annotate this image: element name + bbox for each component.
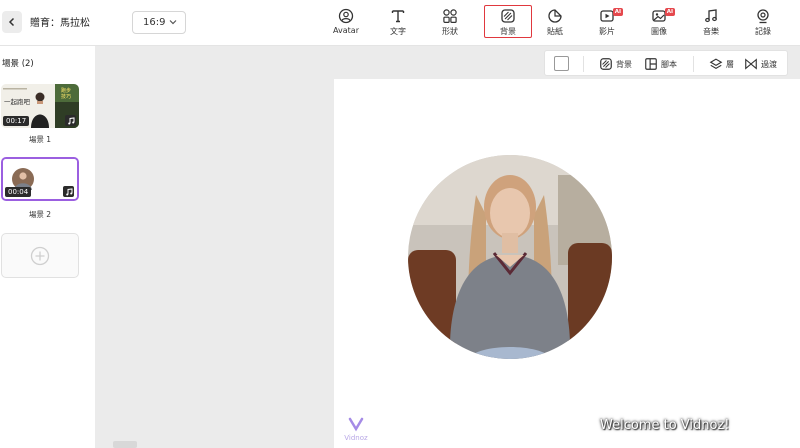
layer-label: 層 xyxy=(726,59,734,69)
tool-music-label: 音樂 xyxy=(703,27,719,36)
shapes-icon xyxy=(443,9,457,23)
tool-background[interactable]: 背景 xyxy=(484,5,532,38)
script-button[interactable]: 腳本 xyxy=(644,51,677,77)
aspect-ratio-select[interactable]: 16:9 xyxy=(132,11,186,34)
layout-icon xyxy=(645,58,657,70)
tool-music[interactable]: 音樂 xyxy=(687,7,735,39)
text-icon xyxy=(391,10,405,23)
divider xyxy=(693,56,694,72)
avatar-image xyxy=(408,155,612,359)
layers-icon xyxy=(709,58,723,70)
scene-thumbnail[interactable]: 一起跑吧 跑步 技巧 00:17 xyxy=(1,84,79,128)
scene-1-thumb-badge: 跑步 技巧 xyxy=(61,88,72,100)
tool-video[interactable]: AI 影片 xyxy=(583,7,631,39)
tool-video-label: 影片 xyxy=(599,27,615,36)
tool-shapes-label: 形狀 xyxy=(442,27,458,36)
transition-icon xyxy=(745,58,757,70)
plus-circle-icon xyxy=(30,246,50,265)
background-icon xyxy=(501,9,515,23)
canvas-background-button[interactable]: 背景 xyxy=(599,51,632,77)
scene-sidebar: 場景 (2) 一起跑吧 跑步 技巧 00:17 場景 1 00:04 場景 2 xyxy=(0,46,95,448)
back-button[interactable] xyxy=(2,11,22,33)
chevron-left-icon xyxy=(8,17,15,27)
tool-image-label: 圖像 xyxy=(651,27,667,36)
music-note-icon xyxy=(63,186,74,197)
scene-count: 場景 (2) xyxy=(2,59,34,69)
sticker-icon xyxy=(548,9,562,23)
tool-sticker[interactable]: 貼紙 xyxy=(531,7,579,39)
layer-button[interactable]: 層 xyxy=(709,51,734,77)
transition-label: 過渡 xyxy=(761,59,777,69)
watermark-text: Vidnoz xyxy=(344,434,368,442)
ai-badge: AI xyxy=(612,8,623,16)
tool-image[interactable]: AI 圖像 xyxy=(635,7,683,39)
timeline-handle[interactable] xyxy=(113,441,137,448)
scene-1-label: 場景 1 xyxy=(28,135,52,144)
tool-avatar[interactable]: Avatar xyxy=(322,7,370,39)
scene-2-label: 場景 2 xyxy=(28,210,52,219)
vidnoz-watermark: Vidnoz xyxy=(344,416,368,442)
canvas-toolbar: 背景 腳本 層 過渡 xyxy=(544,50,788,76)
tool-background-label: 背景 xyxy=(500,27,516,36)
scene-duration: 00:17 xyxy=(3,116,30,126)
scene-1-thumb-title: 一起跑吧 xyxy=(4,98,30,106)
tool-text-label: 文字 xyxy=(390,27,406,36)
background-icon xyxy=(600,58,612,70)
transition-button[interactable]: 過渡 xyxy=(744,51,777,77)
scene-duration: 00:04 xyxy=(5,187,32,197)
divider xyxy=(583,56,584,72)
aspect-ratio-value: 16:9 xyxy=(143,17,166,28)
script-label: 腳本 xyxy=(661,59,677,69)
add-scene-button[interactable] xyxy=(1,233,79,278)
tool-text[interactable]: 文字 xyxy=(374,7,422,39)
ai-badge: AI xyxy=(664,8,675,16)
project-title[interactable]: 贈育：馬拉松 xyxy=(30,14,90,29)
avatar-presenter[interactable] xyxy=(408,155,612,359)
music-note-icon xyxy=(65,115,76,126)
canvas-background-label: 背景 xyxy=(616,59,632,69)
scene-thumbnail-selected[interactable]: 00:04 xyxy=(1,157,79,201)
top-bar: 贈育：馬拉松 16:9 Avatar 文字 形狀 背景 貼紙 AI 影片 AI … xyxy=(0,0,800,46)
chevron-down-icon xyxy=(169,20,177,25)
tool-avatar-label: Avatar xyxy=(333,26,359,35)
welcome-caption[interactable]: Welcome to Vidnoz! xyxy=(600,418,729,433)
tool-record-label: 記錄 xyxy=(755,27,771,36)
avatar-icon xyxy=(338,8,354,24)
record-icon xyxy=(757,9,769,24)
vidnoz-logo-icon xyxy=(348,417,364,432)
music-icon xyxy=(705,9,717,23)
background-color-swatch[interactable] xyxy=(554,56,569,71)
tool-sticker-label: 貼紙 xyxy=(547,27,563,36)
tool-shapes[interactable]: 形狀 xyxy=(426,7,474,39)
video-canvas[interactable]: Vidnoz Welcome to Vidnoz! xyxy=(334,79,800,448)
tool-record[interactable]: 記錄 xyxy=(739,7,787,39)
